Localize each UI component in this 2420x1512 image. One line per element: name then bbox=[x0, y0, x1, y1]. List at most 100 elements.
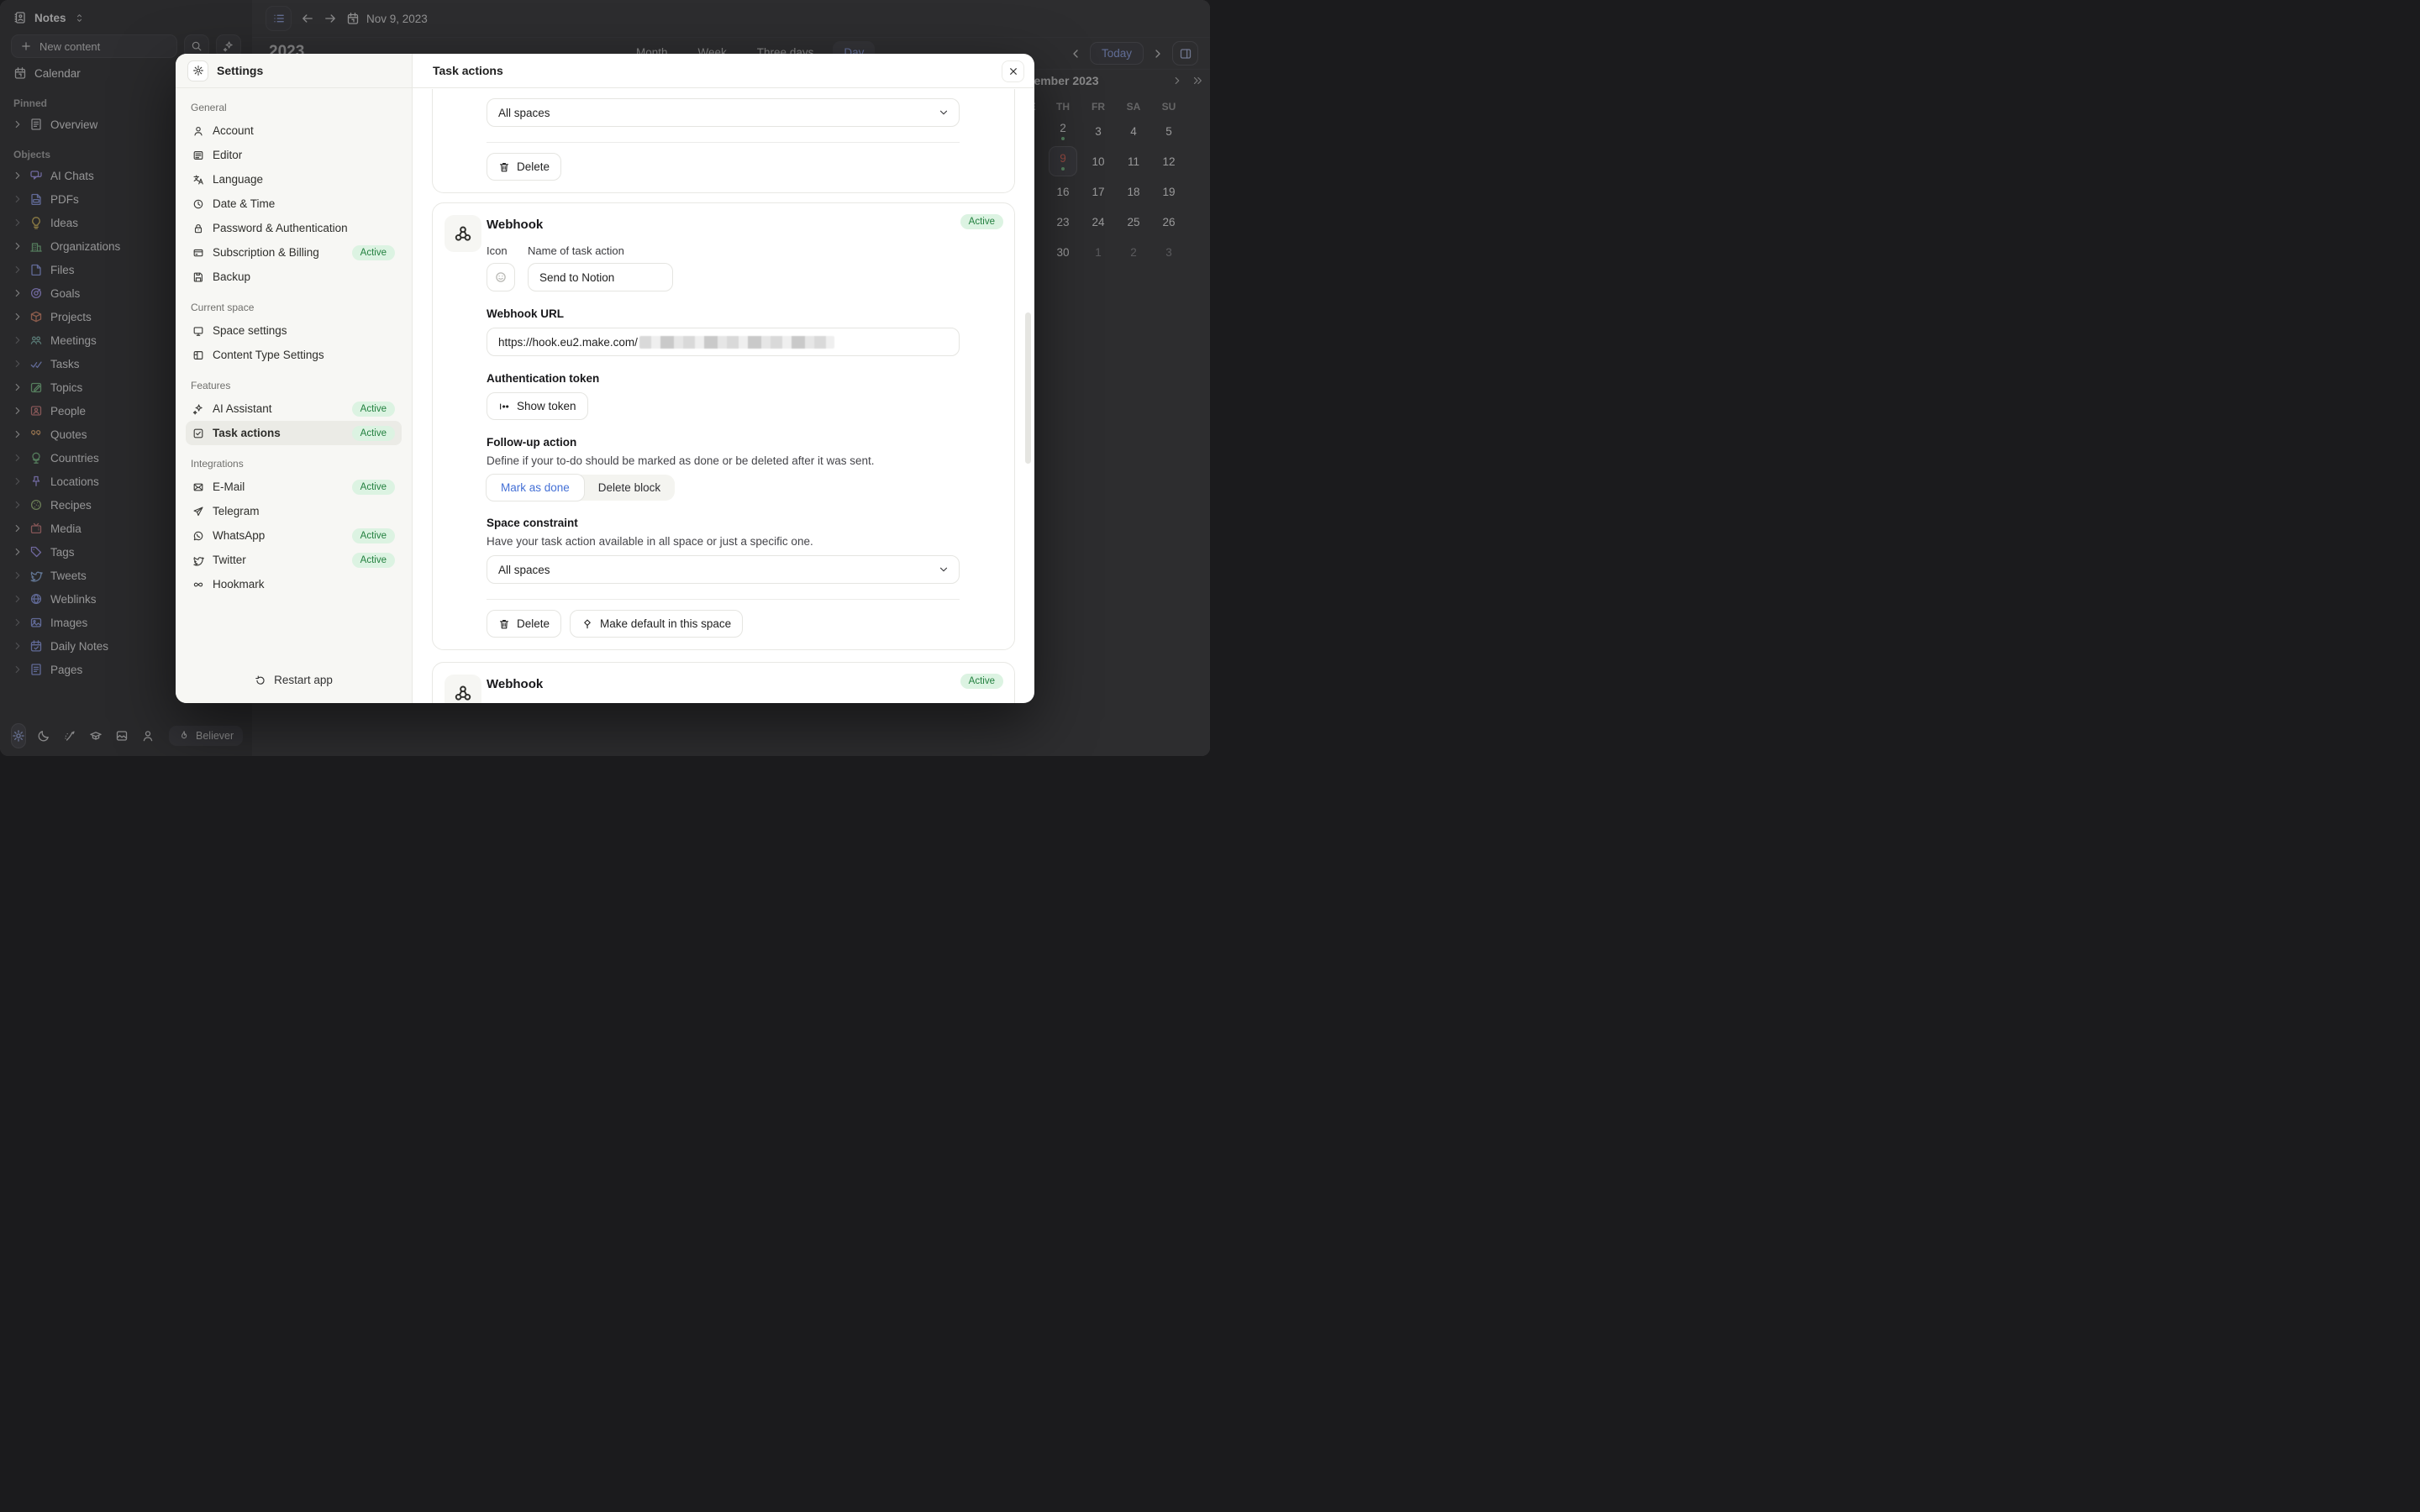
task-actions-scroll-area[interactable]: All spaces Delete bbox=[413, 89, 1034, 703]
panel-title: Task actions bbox=[433, 64, 503, 77]
followup-segmented-control: Mark as doneDelete block bbox=[487, 475, 675, 501]
nav-item-task-actions[interactable]: Task actions Active bbox=[186, 421, 402, 445]
nav-item-editor[interactable]: Editor bbox=[186, 143, 402, 167]
status-badge: Active bbox=[352, 426, 395, 441]
nav-item-label: Task actions bbox=[213, 427, 281, 439]
trash-icon bbox=[498, 161, 510, 173]
whatsapp-icon bbox=[192, 530, 204, 542]
chevron-down-icon bbox=[938, 564, 950, 575]
send-icon bbox=[192, 506, 204, 517]
status-badge: Active bbox=[352, 528, 395, 543]
nav-section-label: Current space bbox=[191, 302, 397, 313]
nav-item-date-time[interactable]: Date & Time bbox=[186, 192, 402, 216]
task-actions-panel: Task actions All spaces bbox=[413, 54, 1034, 703]
space-constraint-value: All spaces bbox=[498, 564, 550, 576]
nav-item-label: Subscription & Billing bbox=[213, 246, 319, 259]
space-constraint-label: Space constraint bbox=[487, 517, 1002, 529]
status-badge: Active bbox=[960, 214, 1003, 229]
clock-icon bbox=[192, 198, 204, 210]
space-constraint-description: Have your task action available in all s… bbox=[487, 535, 1002, 548]
nav-item-label: E-Mail bbox=[213, 480, 245, 493]
pin-icon bbox=[581, 618, 593, 630]
task-action-card-partial: All spaces Delete bbox=[432, 89, 1015, 193]
nav-item-e-mail[interactable]: E-Mail Active bbox=[186, 475, 402, 499]
editor-icon bbox=[192, 150, 204, 161]
make-default-label: Make default in this space bbox=[600, 617, 731, 630]
show-token-label: Show token bbox=[517, 400, 576, 412]
webhook-type-box bbox=[445, 215, 481, 252]
nav-item-ai-assistant[interactable]: AI Assistant Active bbox=[186, 396, 402, 421]
webhook-type-box bbox=[445, 675, 481, 703]
nav-item-password-authentication[interactable]: Password & Authentication bbox=[186, 216, 402, 240]
nav-item-whatsapp[interactable]: WhatsApp Active bbox=[186, 523, 402, 548]
nav-item-telegram[interactable]: Telegram bbox=[186, 499, 402, 523]
followup-action-description: Define if your to-do should be marked as… bbox=[487, 454, 1002, 467]
settings-gear-box bbox=[187, 60, 208, 81]
nav-item-label: Content Type Settings bbox=[213, 349, 324, 361]
language-icon bbox=[192, 174, 204, 186]
show-token-button[interactable]: Show token bbox=[487, 392, 588, 420]
token-icon bbox=[498, 401, 510, 412]
chevron-down-icon bbox=[938, 107, 950, 118]
restart-icon bbox=[255, 675, 266, 686]
segment-option-delete-block[interactable]: Delete block bbox=[584, 475, 675, 501]
nav-item-label: Password & Authentication bbox=[213, 222, 348, 234]
card-icon bbox=[192, 247, 204, 259]
task-action-name-input[interactable]: Send to Notion bbox=[528, 263, 673, 291]
nav-section-label: Features bbox=[191, 380, 397, 391]
webhook-url-label: Webhook URL bbox=[487, 307, 1002, 320]
followup-action-label: Follow-up action bbox=[487, 436, 1002, 449]
settings-nav: Settings GeneralAccountEditorLanguageDat… bbox=[176, 54, 413, 703]
nav-section-label: Integrations bbox=[191, 458, 397, 470]
close-modal-button[interactable] bbox=[1002, 60, 1024, 82]
delete-task-action-button[interactable]: Delete bbox=[487, 153, 561, 181]
save-icon bbox=[192, 271, 204, 283]
nav-item-hookmark[interactable]: Hookmark bbox=[186, 572, 402, 596]
webhook-icon bbox=[453, 683, 473, 703]
settings-gear-icon bbox=[192, 65, 204, 76]
status-badge: Active bbox=[352, 402, 395, 417]
nav-item-space-settings[interactable]: Space settings bbox=[186, 318, 402, 343]
nav-item-subscription-billing[interactable]: Subscription & BillingActive bbox=[186, 240, 402, 265]
nav-item-content-type-settings[interactable]: Content Type Settings bbox=[186, 343, 402, 367]
webhook-url-input[interactable]: https://hook.eu2.make.com/ bbox=[487, 328, 960, 356]
sparkles-icon bbox=[192, 403, 204, 415]
nav-item-backup[interactable]: Backup bbox=[186, 265, 402, 289]
card-type-label: Webhook bbox=[487, 677, 1002, 691]
trash-icon bbox=[498, 618, 510, 630]
mail-icon bbox=[192, 481, 204, 493]
user-icon bbox=[192, 125, 204, 137]
delete-task-action-button[interactable]: Delete bbox=[487, 610, 561, 638]
task-check-icon bbox=[192, 428, 204, 439]
monitor-icon bbox=[192, 325, 204, 337]
nav-item-label: Date & Time bbox=[213, 197, 275, 210]
nav-item-label: Hookmark bbox=[213, 578, 265, 591]
make-default-button[interactable]: Make default in this space bbox=[570, 610, 743, 638]
nav-item-label: Backup bbox=[213, 270, 250, 283]
icon-picker-field[interactable] bbox=[487, 263, 515, 291]
settings-modal: Settings GeneralAccountEditorLanguageDat… bbox=[176, 54, 1034, 703]
nav-item-label: AI Assistant bbox=[213, 402, 272, 415]
smiley-icon bbox=[494, 270, 508, 284]
close-icon bbox=[1007, 66, 1019, 77]
nav-item-label: Twitter bbox=[213, 554, 246, 566]
status-badge: Active bbox=[352, 480, 395, 495]
panel-scrollbar-thumb[interactable] bbox=[1025, 312, 1031, 464]
nav-item-account[interactable]: Account bbox=[186, 118, 402, 143]
segment-option-mark-as-done[interactable]: Mark as done bbox=[486, 474, 585, 501]
lock-icon bbox=[192, 223, 204, 234]
card-divider bbox=[487, 599, 960, 600]
nav-item-label: Telegram bbox=[213, 505, 260, 517]
task-action-card: ActiveWebhookIconName of task actionSend… bbox=[432, 202, 1015, 650]
infinity-icon bbox=[192, 579, 204, 591]
nav-item-label: Editor bbox=[213, 149, 242, 161]
restart-app-button[interactable]: Restart app bbox=[176, 674, 412, 686]
webhook-icon bbox=[453, 223, 473, 244]
nav-item-label: WhatsApp bbox=[213, 529, 265, 542]
space-constraint-select[interactable]: All spaces bbox=[487, 98, 960, 127]
nav-item-language[interactable]: Language bbox=[186, 167, 402, 192]
space-constraint-select[interactable]: All spaces bbox=[487, 555, 960, 584]
bird-icon bbox=[192, 554, 204, 566]
status-badge: Active bbox=[960, 674, 1003, 689]
nav-item-twitter[interactable]: TwitterActive bbox=[186, 548, 402, 572]
